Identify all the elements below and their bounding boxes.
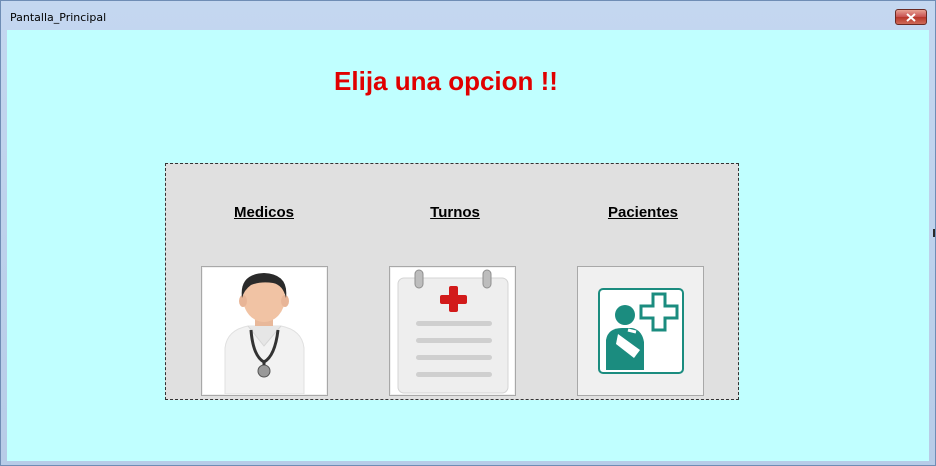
options-panel: Medicos Turnos Pacientes xyxy=(165,163,739,400)
patient-icon xyxy=(597,288,684,374)
turnos-button[interactable] xyxy=(389,266,516,396)
window-title: Pantalla_Principal xyxy=(10,11,107,24)
close-button[interactable] xyxy=(895,9,927,25)
pacientes-label: Pacientes xyxy=(607,204,679,221)
turnos-label: Turnos xyxy=(430,204,480,221)
medical-calendar-icon xyxy=(391,268,514,394)
window-edge-mark xyxy=(933,229,935,237)
main-window: Pantalla_Principal Elija una opcion !! M… xyxy=(0,0,936,466)
medicos-button[interactable] xyxy=(201,266,328,396)
page-title: Elija una opcion !! xyxy=(334,66,558,96)
title-bar[interactable]: Pantalla_Principal xyxy=(1,1,935,30)
client-area: Elija una opcion !! Medicos Turnos Pacie… xyxy=(7,30,929,461)
pacientes-button[interactable] xyxy=(577,266,704,396)
doctor-icon xyxy=(203,268,326,394)
medicos-label: Medicos xyxy=(233,204,294,221)
close-icon xyxy=(906,12,916,22)
